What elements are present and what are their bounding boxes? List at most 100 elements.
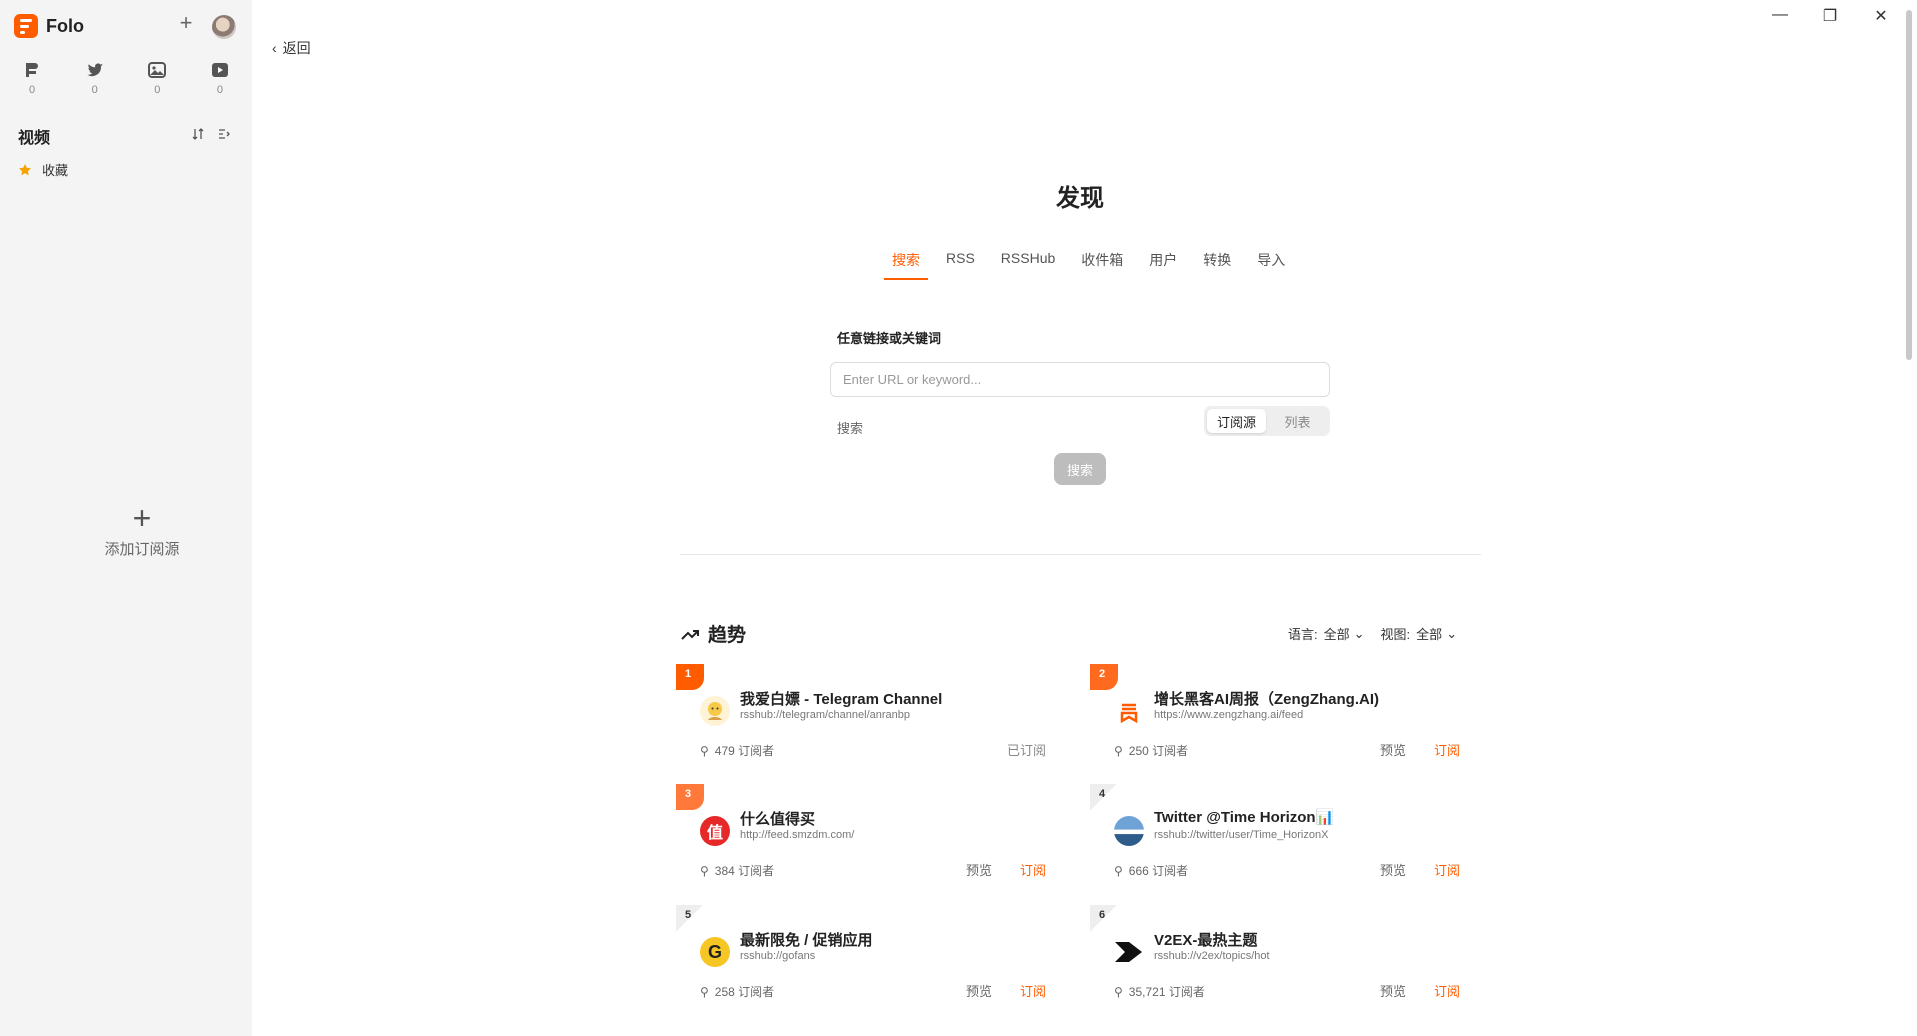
- feed-url: rsshub://twitter/user/Time_HorizonX: [1154, 829, 1329, 841]
- view-select[interactable]: 全部 ⌄: [1416, 624, 1457, 643]
- tab-users[interactable]: 用户: [1141, 248, 1185, 280]
- subscribe-button[interactable]: 订阅: [1434, 740, 1460, 759]
- tab-inbox[interactable]: 收件箱: [1073, 248, 1131, 280]
- feed-title[interactable]: 什么值得买: [740, 808, 815, 829]
- page-title: 发现: [1056, 185, 1104, 212]
- feed-title[interactable]: 增长黑客AI周报（ZengZhang.AI): [1154, 688, 1379, 709]
- view-videos[interactable]: 0: [200, 60, 240, 96]
- add-subscription-button[interactable]: + 添加订阅源: [84, 500, 200, 559]
- subscribe-button[interactable]: 订阅: [1434, 981, 1460, 1000]
- minimize-icon[interactable]: —: [1770, 6, 1790, 24]
- feed-card[interactable]: 2 增长黑客AI周报（ZengZhang.AI) https://www.zen…: [1090, 664, 1470, 766]
- subscriber-count: ⚲ 250 订阅者: [1114, 743, 1189, 759]
- segment-lists[interactable]: 列表: [1268, 409, 1327, 433]
- feed-title[interactable]: Twitter @Time Horizon📊: [1154, 808, 1334, 826]
- trending-filters: 语言: 全部 ⌄ 视图: 全部 ⌄: [1288, 624, 1467, 643]
- segment-feeds[interactable]: 订阅源: [1207, 409, 1266, 433]
- subscribed-label: 已订阅: [1006, 743, 1046, 758]
- feed-card[interactable]: 5 G 最新限免 / 促销应用 rsshub://gofans ⚲ 258 订阅者…: [676, 905, 1056, 1007]
- sidebar: Folo + 0 0 0 0 视频 收藏 + 添加订阅源: [0, 0, 252, 1036]
- view-social[interactable]: 0: [75, 60, 115, 96]
- plus-icon: +: [132, 500, 152, 536]
- tab-import[interactable]: 导入: [1249, 248, 1293, 280]
- chevron-down-icon: ⌄: [1446, 625, 1458, 641]
- avatar[interactable]: [212, 15, 236, 39]
- rank-badge: 4: [1090, 784, 1118, 810]
- feed-title[interactable]: V2EX-最热主题: [1154, 929, 1257, 950]
- search-type-toggle: 订阅源 列表: [1204, 406, 1330, 436]
- rank-badge: 3: [676, 784, 704, 810]
- tab-rsshub[interactable]: RSSHub: [993, 248, 1063, 280]
- close-icon[interactable]: ✕: [1871, 6, 1891, 26]
- subscriber-count: ⚲ 666 订阅者: [1114, 863, 1189, 879]
- preview-button[interactable]: 预览: [1380, 981, 1406, 1000]
- tab-rss[interactable]: RSS: [938, 248, 983, 280]
- feed-card[interactable]: 1 我爱白嫖 - Telegram Channel rsshub://teleg…: [676, 664, 1056, 766]
- subscriber-count: ⚲ 384 订阅者: [700, 863, 775, 879]
- user-icon: ⚲: [700, 743, 709, 758]
- feed-avatar-icon: [700, 696, 730, 726]
- preview-button[interactable]: 预览: [1380, 740, 1406, 759]
- chevron-left-icon: ‹: [272, 40, 277, 56]
- rank-badge: 5: [676, 905, 704, 931]
- subscribe-button[interactable]: 订阅: [1020, 981, 1046, 1000]
- feed-card[interactable]: 6 V2EX-最热主题 rsshub://v2ex/topics/hot ⚲ 35…: [1090, 905, 1470, 1007]
- sort-icon[interactable]: [190, 126, 206, 142]
- view-count: 0: [154, 84, 161, 96]
- view-count: 0: [28, 84, 36, 96]
- subscribe-button[interactable]: 订阅: [1020, 860, 1046, 879]
- feed-title[interactable]: 最新限免 / 促销应用: [740, 929, 873, 950]
- feed-url: rsshub://telegram/channel/anranbp: [740, 709, 910, 721]
- feed-card[interactable]: 3 值 什么值得买 http://feed.smzdm.com/ ⚲ 384 订阅…: [676, 784, 1056, 886]
- language-label: 语言:: [1288, 627, 1318, 642]
- restore-icon[interactable]: ❐: [1820, 6, 1840, 26]
- rank-badge: 2: [1090, 664, 1118, 690]
- bookmark-icon: [1114, 696, 1144, 726]
- preview-button[interactable]: 预览: [1380, 860, 1406, 879]
- feed-title[interactable]: 我爱白嫖 - Telegram Channel: [740, 688, 942, 709]
- discover-tabs: 搜索 RSS RSSHub 收件箱 用户 转换 导入: [884, 248, 1303, 280]
- subscribe-button[interactable]: 订阅: [1434, 860, 1460, 879]
- tab-search[interactable]: 搜索: [884, 248, 928, 280]
- search-input[interactable]: [830, 362, 1330, 397]
- back-button[interactable]: ‹ 返回: [272, 38, 311, 58]
- add-subscription-label: 添加订阅源: [104, 541, 180, 558]
- divider: [680, 554, 1481, 555]
- subscriber-count: ⚲ 479 订阅者: [700, 743, 775, 759]
- user-icon: ⚲: [1114, 743, 1123, 758]
- feed-url: rsshub://v2ex/topics/hot: [1154, 950, 1270, 962]
- search-button[interactable]: 搜索: [1054, 453, 1106, 485]
- video-icon: [211, 63, 228, 77]
- sidebar-item-favorites[interactable]: 收藏: [18, 160, 68, 179]
- add-icon[interactable]: +: [176, 12, 196, 34]
- list-layout-icon[interactable]: [216, 126, 232, 142]
- back-label: 返回: [282, 40, 311, 56]
- feed-card[interactable]: 4 Twitter @Time Horizon📊 rsshub://twitte…: [1090, 784, 1470, 886]
- folo-logo-icon: [14, 14, 38, 38]
- subscriber-count: ⚲ 258 订阅者: [700, 984, 775, 1000]
- section-title: 视频: [18, 130, 51, 147]
- view-articles[interactable]: 0: [12, 60, 52, 96]
- search-hint: 搜索: [837, 421, 864, 436]
- view-pictures[interactable]: 0: [137, 60, 177, 96]
- trending-up-icon: [681, 629, 699, 640]
- twitter-icon: [86, 63, 103, 77]
- language-select[interactable]: 全部 ⌄: [1324, 624, 1365, 643]
- image-icon: [148, 62, 167, 78]
- preview-button[interactable]: 预览: [966, 981, 992, 1000]
- trending-header: 趋势: [680, 620, 746, 647]
- language-value: 全部: [1323, 627, 1350, 642]
- brand[interactable]: Folo: [14, 14, 84, 38]
- app-name: Folo: [46, 15, 84, 36]
- sidebar-item-label: 收藏: [42, 163, 69, 178]
- tab-transform[interactable]: 转换: [1195, 248, 1239, 280]
- feed-avatar-icon: 值: [700, 816, 730, 846]
- view-value: 全部: [1416, 627, 1443, 642]
- user-icon: ⚲: [1114, 984, 1123, 999]
- feed-url: https://www.zengzhang.ai/feed: [1154, 709, 1304, 721]
- rank-badge: 1: [676, 664, 704, 690]
- preview-button[interactable]: 预览: [966, 860, 992, 879]
- feed-avatar-icon: [1114, 816, 1144, 846]
- feed-avatar-icon: G: [700, 937, 730, 967]
- article-icon: [26, 63, 38, 77]
